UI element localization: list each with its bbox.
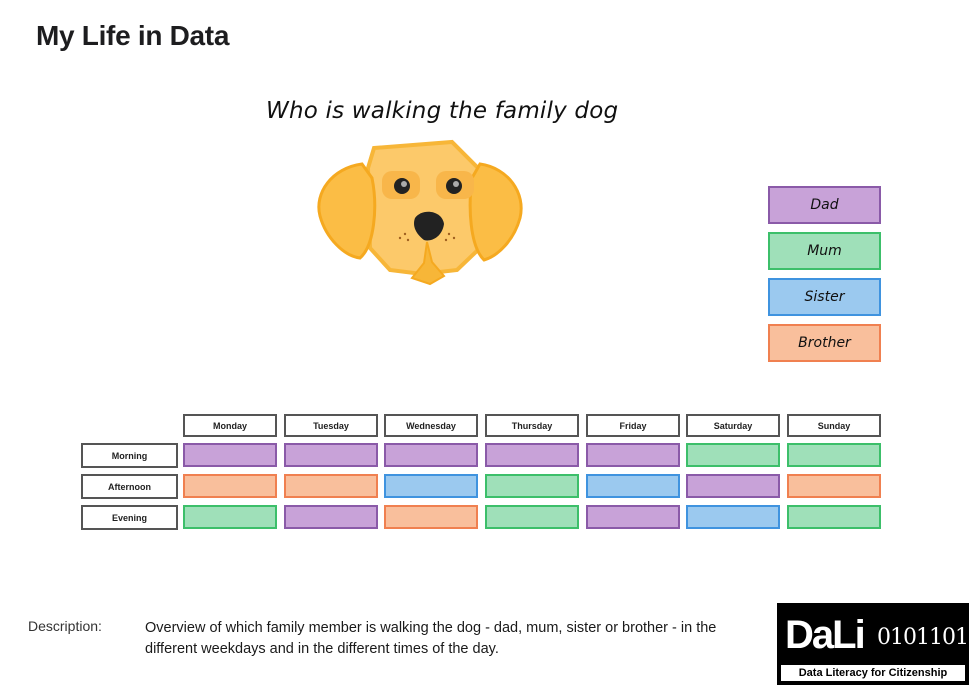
day-header-friday: Friday bbox=[586, 414, 680, 437]
legend-item-mum: Mum bbox=[768, 232, 881, 270]
row-label-afternoon: Afternoon bbox=[81, 474, 178, 499]
chart-title: Who is walking the family dog bbox=[266, 98, 619, 124]
logo-binary-figures: 0101101 bbox=[877, 625, 969, 650]
cell-tuesday-afternoon bbox=[284, 474, 378, 498]
day-header-thursday: Thursday bbox=[485, 414, 579, 437]
cell-tuesday-evening bbox=[284, 505, 378, 529]
dog-face-icon bbox=[317, 139, 523, 286]
cell-monday-afternoon bbox=[183, 474, 277, 498]
cell-thursday-afternoon bbox=[485, 474, 579, 498]
cell-sunday-evening bbox=[787, 505, 881, 529]
logo-wordmark: DaLi bbox=[785, 613, 866, 657]
cell-sunday-morning bbox=[787, 443, 881, 467]
cell-friday-afternoon bbox=[586, 474, 680, 498]
cell-sunday-afternoon bbox=[787, 474, 881, 498]
logo-tagline: Data Literacy for Citizenship bbox=[798, 667, 948, 679]
dali-logo: DaLi 0101101 Data Literacy for Citizensh… bbox=[777, 603, 969, 685]
legend-item-dad: Dad bbox=[768, 186, 881, 224]
day-header-wednesday: Wednesday bbox=[384, 414, 478, 437]
cell-friday-morning bbox=[586, 443, 680, 467]
cell-saturday-morning bbox=[686, 443, 780, 467]
description-text: Overview of which family member is walki… bbox=[145, 620, 717, 657]
page-title: My Life in Data bbox=[36, 20, 230, 51]
legend-item-sister: Sister bbox=[768, 278, 881, 316]
row-label-morning: Morning bbox=[81, 443, 178, 468]
cell-wednesday-morning bbox=[384, 443, 478, 467]
legend-item-brother: Brother bbox=[768, 324, 881, 362]
row-label-evening: Evening bbox=[81, 505, 178, 530]
cell-thursday-evening bbox=[485, 505, 579, 529]
cell-monday-evening bbox=[183, 505, 277, 529]
day-header-sunday: Sunday bbox=[787, 414, 881, 437]
day-header-saturday: Saturday bbox=[686, 414, 780, 437]
description-label: Description: bbox=[28, 618, 102, 634]
cell-wednesday-evening bbox=[384, 505, 478, 529]
cell-monday-morning bbox=[183, 443, 277, 467]
legend: Dad Mum Sister Brother bbox=[768, 186, 881, 370]
cell-friday-evening bbox=[586, 505, 680, 529]
cell-thursday-morning bbox=[485, 443, 579, 467]
cell-tuesday-morning bbox=[284, 443, 378, 467]
cell-saturday-evening bbox=[686, 505, 780, 529]
cell-saturday-afternoon bbox=[686, 474, 780, 498]
cell-wednesday-afternoon bbox=[384, 474, 478, 498]
day-header-tuesday: Tuesday bbox=[284, 414, 378, 437]
day-header-monday: Monday bbox=[183, 414, 277, 437]
